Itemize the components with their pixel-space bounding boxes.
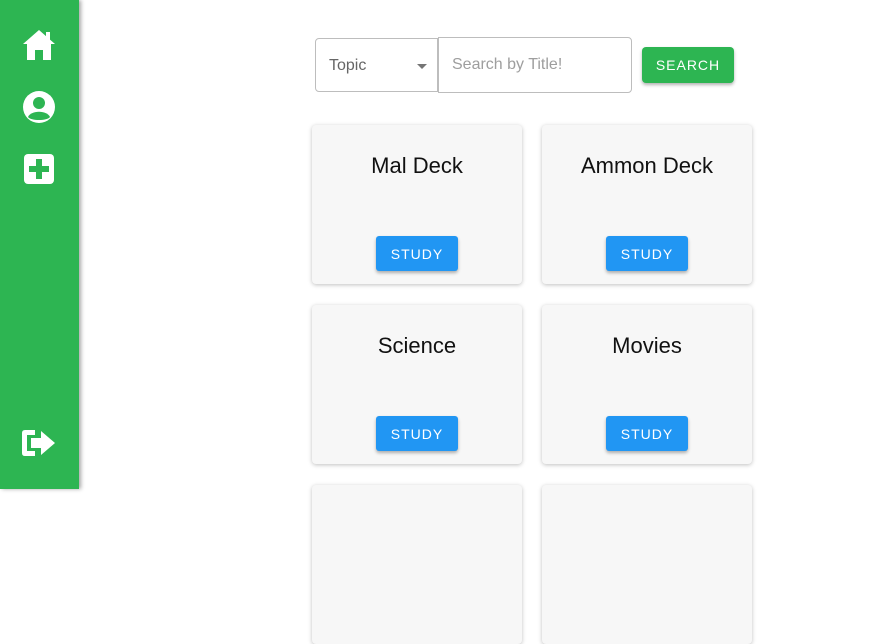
deck-title: Mal Deck xyxy=(371,153,463,178)
account-circle-icon[interactable] xyxy=(20,88,58,126)
deck-card-partial xyxy=(542,485,752,644)
chevron-down-icon xyxy=(417,64,427,69)
study-button[interactable]: STUDY xyxy=(376,236,458,271)
topic-select-label: Topic xyxy=(329,57,367,74)
deck-title: Movies xyxy=(612,333,682,358)
deck-title: Science xyxy=(377,333,457,358)
sidebar xyxy=(0,0,79,489)
deck-card: Ammon Deck STUDY xyxy=(542,125,752,284)
search-button[interactable]: SEARCH xyxy=(642,47,734,83)
deck-card: Science STUDY xyxy=(312,305,522,464)
home-icon[interactable] xyxy=(20,26,58,64)
deck-card: Mal Deck STUDY xyxy=(312,125,522,284)
deck-card: Movies STUDY xyxy=(542,305,752,464)
topic-select[interactable]: Topic xyxy=(315,38,438,92)
search-toolbar: Topic SEARCH xyxy=(315,37,734,93)
logout-icon[interactable] xyxy=(20,424,58,462)
deck-card-partial xyxy=(312,485,522,644)
study-button[interactable]: STUDY xyxy=(376,416,458,451)
add-box-icon[interactable] xyxy=(20,150,58,188)
search-input[interactable] xyxy=(438,37,632,93)
study-button[interactable]: STUDY xyxy=(606,236,688,271)
study-button[interactable]: STUDY xyxy=(606,416,688,451)
deck-title: Ammon Deck xyxy=(580,153,714,178)
